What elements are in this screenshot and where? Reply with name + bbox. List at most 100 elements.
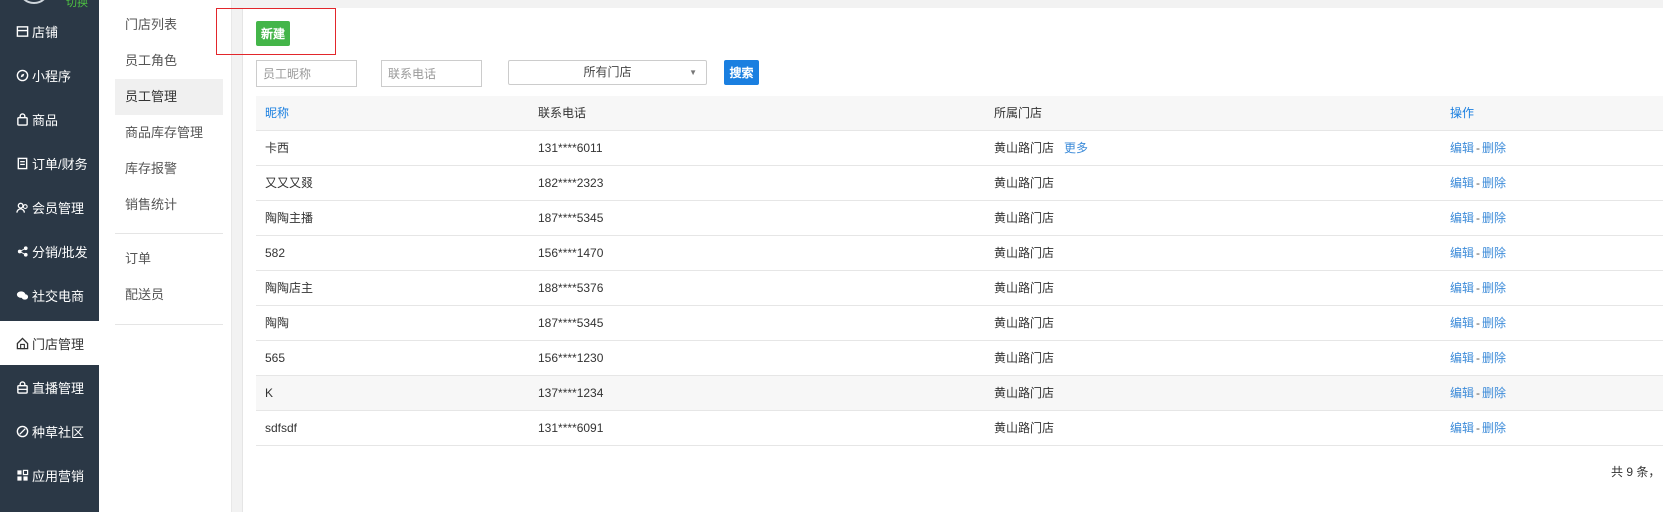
submenu-divider — [115, 233, 223, 234]
cell-nickname: K — [265, 386, 274, 400]
sidebar-item-7[interactable]: 门店管理 — [0, 321, 99, 365]
action-separator: - — [1476, 316, 1481, 330]
cell-phone: 131****6091 — [538, 421, 604, 435]
action-separator: - — [1476, 421, 1481, 435]
delete-link[interactable]: 删除 — [1482, 386, 1506, 400]
sidebar-item-label: 直播管理 — [32, 380, 85, 396]
cell-nickname: 582 — [265, 246, 286, 260]
avatar[interactable] — [18, 0, 50, 4]
submenu-item-4[interactable]: 库存报警 — [115, 151, 223, 187]
edit-link[interactable]: 编辑 — [1450, 386, 1474, 400]
table-row: 又又又叕 182****2323 黄山路门店 编辑 - 删除 — [256, 166, 1663, 201]
delete-link[interactable]: 删除 — [1482, 316, 1506, 330]
chat-icon — [15, 288, 29, 302]
table-row: 陶陶 187****5345 黄山路门店 编辑 - 删除 — [256, 306, 1663, 341]
sidebar-item-9[interactable]: 种草社区 — [0, 409, 99, 453]
store-name: 黄山路门店 — [994, 141, 1055, 155]
edit-link[interactable]: 编辑 — [1450, 351, 1474, 365]
table-row: K 137****1234 黄山路门店 编辑 - 删除 — [256, 376, 1663, 411]
submenu-divider — [115, 324, 223, 325]
submenu-item-1[interactable]: 员工角色 — [115, 43, 223, 79]
cell-store: 黄山路门店 — [994, 376, 1054, 410]
sidebar-item-10[interactable]: 应用营销 — [0, 453, 99, 497]
sidebar-item-2[interactable]: 商品 — [0, 97, 99, 141]
action-separator: - — [1476, 211, 1481, 225]
cell-nickname: 陶陶 — [265, 316, 290, 330]
action-separator: - — [1476, 386, 1481, 400]
cell-phone: 131****6011 — [538, 141, 603, 155]
edit-link[interactable]: 编辑 — [1450, 141, 1474, 155]
store-name: 黄山路门店 — [994, 421, 1055, 435]
cell-store: 黄山路门店 — [994, 166, 1054, 200]
table-row: 565 156****1230 黄山路门店 编辑 - 删除 — [256, 341, 1663, 376]
submenu-item-0[interactable]: 门店列表 — [115, 7, 223, 43]
store-name: 黄山路门店 — [994, 281, 1055, 295]
cell-nickname: 陶陶店主 — [265, 281, 314, 295]
cell-nickname: 565 — [265, 351, 286, 365]
cell-store: 黄山路门店 — [994, 341, 1054, 375]
store-select[interactable]: 所有门店 ▼ — [508, 60, 707, 85]
more-link[interactable]: 更多 — [1064, 141, 1088, 155]
delete-link[interactable]: 删除 — [1482, 211, 1506, 225]
cell-phone: 182****2323 — [538, 176, 604, 190]
sidebar-item-label: 分销/批发 — [32, 244, 88, 260]
header-actions: 操作 — [1450, 106, 1475, 120]
edit-link[interactable]: 编辑 — [1450, 246, 1474, 260]
sidebar-item-8[interactable]: 直播管理 — [0, 365, 99, 409]
submenu: 门店列表 员工角色 员工管理 商品库存管理 库存报警 销售统计订单 配送员 — [99, 0, 232, 512]
edit-link[interactable]: 编辑 — [1450, 421, 1474, 435]
cell-phone: 188****5376 — [538, 281, 604, 295]
sidebar-item-label: 种草社区 — [32, 424, 85, 440]
document-icon — [15, 156, 29, 170]
action-separator: - — [1476, 281, 1481, 295]
sidebar-item-label: 会员管理 — [32, 200, 85, 216]
apps-icon — [15, 468, 29, 482]
phone-input[interactable] — [381, 60, 482, 87]
store-name: 黄山路门店 — [994, 351, 1055, 365]
submenu-item2-0[interactable]: 订单 — [115, 241, 223, 277]
delete-link[interactable]: 删除 — [1482, 176, 1506, 190]
new-button[interactable]: 新建 — [256, 21, 290, 46]
sidebar-item-label: 社交电商 — [32, 288, 85, 304]
home-icon — [15, 336, 29, 350]
table-row: 582 156****1470 黄山路门店 编辑 - 删除 — [256, 236, 1663, 271]
share-icon — [15, 244, 29, 258]
delete-link[interactable]: 删除 — [1482, 421, 1506, 435]
cell-actions: 编辑 - 删除 — [1450, 131, 1506, 165]
main-sidebar: 切换 店铺 小程序 商品 订单/财务 会员管理 分销/批发 社交电商 门店管理 直播管理 种草社区… — [0, 0, 99, 512]
cell-store: 黄山路门店 — [994, 411, 1054, 445]
table-header: 昵称 联系电话 所属门店 操作 — [256, 96, 1663, 131]
table-row: 陶陶主播 187****5345 黄山路门店 编辑 - 删除 — [256, 201, 1663, 236]
search-button[interactable]: 搜索 — [724, 60, 759, 85]
sidebar-item-3[interactable]: 订单/财务 — [0, 141, 99, 185]
sidebar-item-6[interactable]: 社交电商 — [0, 273, 99, 317]
delete-link[interactable]: 删除 — [1482, 281, 1506, 295]
cell-actions: 编辑 - 删除 — [1450, 201, 1506, 235]
edit-link[interactable]: 编辑 — [1450, 316, 1474, 330]
sidebar-item-0[interactable]: 店铺 — [0, 9, 99, 53]
edit-link[interactable]: 编辑 — [1450, 176, 1474, 190]
delete-link[interactable]: 删除 — [1482, 246, 1506, 260]
sidebar-item-label: 订单/财务 — [32, 156, 88, 172]
sidebar-item-5[interactable]: 分销/批发 — [0, 229, 99, 273]
delete-link[interactable]: 删除 — [1482, 351, 1506, 365]
cell-nickname: sdfsdf — [265, 421, 298, 435]
sidebar-item-label: 店铺 — [32, 24, 59, 40]
edit-link[interactable]: 编辑 — [1450, 211, 1474, 225]
sidebar-item-1[interactable]: 小程序 — [0, 53, 99, 97]
delete-link[interactable]: 删除 — [1482, 141, 1506, 155]
edit-link[interactable]: 编辑 — [1450, 281, 1474, 295]
store-select-value: 所有门店 — [583, 65, 632, 79]
submenu-item-5[interactable]: 销售统计 — [115, 187, 223, 223]
table-row: 陶陶店主 188****5376 黄山路门店 编辑 - 删除 — [256, 271, 1663, 306]
header-nickname[interactable]: 昵称 — [265, 96, 289, 130]
submenu-item-2[interactable]: 员工管理 — [115, 79, 223, 115]
submenu-item2-1[interactable]: 配送员 — [115, 277, 223, 313]
submenu-item-3[interactable]: 商品库存管理 — [115, 115, 223, 151]
cell-store: 黄山路门店 — [994, 201, 1054, 235]
cell-actions: 编辑 - 删除 — [1450, 341, 1506, 375]
users-icon — [15, 200, 29, 214]
nickname-input[interactable] — [256, 60, 357, 87]
store-name: 黄山路门店 — [994, 246, 1055, 260]
sidebar-item-4[interactable]: 会员管理 — [0, 185, 99, 229]
